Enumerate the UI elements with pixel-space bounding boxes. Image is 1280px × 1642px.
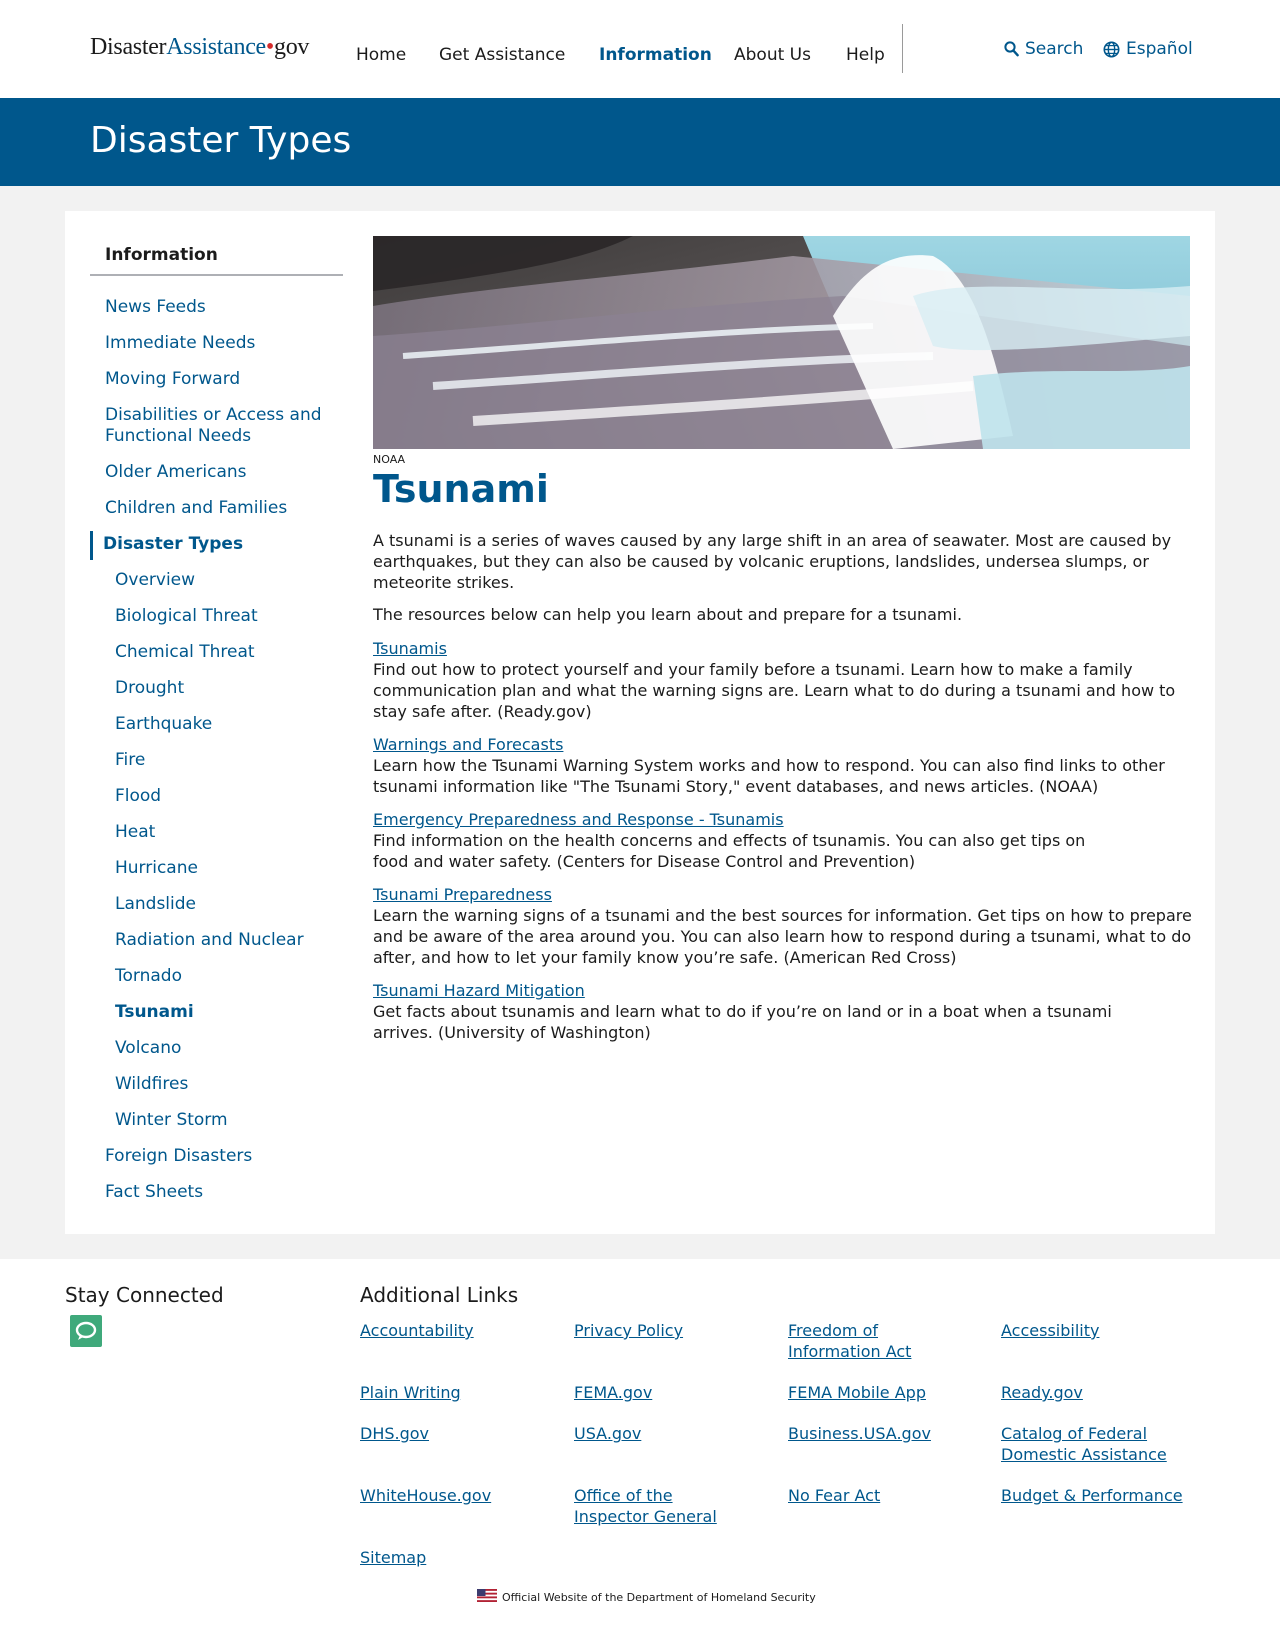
intro-paragraph: A tsunami is a series of waves caused by… — [373, 531, 1172, 592]
sidebar-item-immediate-needs[interactable]: Immediate Needs — [105, 333, 345, 354]
language-link[interactable]: Español — [1103, 39, 1193, 59]
sidebar-subitem-landslide[interactable]: Landslide — [115, 894, 355, 915]
sidebar-subitem-heat[interactable]: Heat — [115, 822, 355, 843]
sidebar-subitem-volcano[interactable]: Volcano — [115, 1038, 355, 1059]
logo-dot: • — [265, 34, 275, 60]
sidebar-subitem-earthquake[interactable]: Earthquake — [115, 714, 355, 735]
footer-link-ready-gov[interactable]: Ready.gov — [1001, 1382, 1201, 1403]
sidebar-subitem-tornado[interactable]: Tornado — [115, 966, 355, 987]
resource-desc-warnings-forecasts: Learn how the Tsunami Warning System wor… — [373, 756, 1165, 796]
globe-icon — [1103, 41, 1120, 58]
resource-link-tsunami-preparedness[interactable]: Tsunami Preparedness — [373, 884, 552, 905]
logo-part-3: gov — [274, 34, 310, 60]
search-link[interactable]: Search — [1004, 39, 1083, 59]
sidebar-subitem-hurricane[interactable]: Hurricane — [115, 858, 355, 879]
nav-help[interactable]: Help — [846, 45, 885, 65]
sidebar-item-children-families[interactable]: Children and Families — [105, 498, 345, 519]
search-label: Search — [1025, 39, 1084, 59]
footer-link-no-fear-act[interactable]: No Fear Act — [788, 1485, 988, 1506]
sidebar-subitem-wildfires[interactable]: Wildfires — [115, 1074, 355, 1095]
additional-links-heading: Additional Links — [360, 1283, 519, 1307]
sidebar-heading: Information — [105, 245, 218, 265]
resource-desc-emergency-preparedness: Find information on the health concerns … — [373, 831, 1086, 871]
footer-link-usa-gov[interactable]: USA.gov — [574, 1423, 774, 1444]
sidebar-subitem-overview[interactable]: Overview — [115, 570, 355, 591]
page-title: Tsunami — [373, 467, 549, 511]
site-header: DisasterAssistance•gov Home Get Assistan… — [0, 0, 1280, 98]
sidebar-item-news-feeds[interactable]: News Feeds — [105, 297, 345, 318]
footer-link-sitemap[interactable]: Sitemap — [360, 1547, 560, 1568]
footer-link-foia[interactable]: Freedom of Information Act — [788, 1320, 938, 1362]
footer-link-accountability[interactable]: Accountability — [360, 1320, 560, 1341]
footer-link-whitehouse-gov[interactable]: WhiteHouse.gov — [360, 1485, 560, 1506]
banner-title: Disaster Types — [90, 120, 352, 161]
nav-information[interactable]: Information — [599, 45, 712, 65]
footer-link-privacy-policy[interactable]: Privacy Policy — [574, 1320, 774, 1341]
sidebar-subitem-tsunami[interactable]: Tsunami — [115, 1002, 355, 1023]
resource-desc-hazard-mitigation: Get facts about tsunamis and learn what … — [373, 1002, 1112, 1042]
sidebar-item-disabilities[interactable]: Disabilities or Access and Functional Ne… — [105, 405, 335, 447]
footer-link-plain-writing[interactable]: Plain Writing — [360, 1382, 560, 1403]
nav-home[interactable]: Home — [356, 45, 406, 65]
footer-link-fema-mobile-app[interactable]: FEMA Mobile App — [788, 1382, 988, 1403]
footer-link-budget-performance[interactable]: Budget & Performance — [1001, 1485, 1201, 1506]
us-flag-icon — [477, 1589, 497, 1605]
official-website-text: Official Website of the Department of Ho… — [502, 1590, 816, 1604]
resource-link-warnings-forecasts[interactable]: Warnings and Forecasts — [373, 734, 563, 755]
footer-link-business-usa-gov[interactable]: Business.USA.gov — [788, 1423, 988, 1444]
sidebar-subitem-biological-threat[interactable]: Biological Threat — [115, 606, 355, 627]
search-icon — [1004, 41, 1019, 57]
resources-intro: The resources below can help you learn a… — [373, 605, 963, 624]
resource-link-hazard-mitigation[interactable]: Tsunami Hazard Mitigation — [373, 980, 585, 1001]
footer-link-fema-gov[interactable]: FEMA.gov — [574, 1382, 774, 1403]
nav-about-us[interactable]: About Us — [734, 45, 811, 65]
tsunami-hero-image — [373, 236, 1190, 449]
resource-link-tsunamis[interactable]: Tsunamis — [373, 638, 447, 659]
sidebar-item-fact-sheets[interactable]: Fact Sheets — [105, 1182, 345, 1203]
sidebar-item-foreign-disasters[interactable]: Foreign Disasters — [105, 1146, 345, 1167]
footer-link-accessibility[interactable]: Accessibility — [1001, 1320, 1201, 1341]
logo-part-2: Assistance — [166, 34, 266, 60]
sidebar-divider — [90, 274, 343, 276]
sidebar-subitem-drought[interactable]: Drought — [115, 678, 355, 699]
page-banner: Disaster Types — [0, 98, 1280, 186]
sidebar-subitem-winter-storm[interactable]: Winter Storm — [115, 1110, 355, 1131]
sidebar-item-older-americans[interactable]: Older Americans — [105, 462, 345, 483]
resource-link-emergency-preparedness[interactable]: Emergency Preparedness and Response - Ts… — [373, 809, 784, 830]
sidebar-item-moving-forward[interactable]: Moving Forward — [105, 369, 345, 390]
footer-link-catalog-federal-assistance[interactable]: Catalog of Federal Domestic Assistance — [1001, 1423, 1191, 1465]
sidebar-subitem-chemical-threat[interactable]: Chemical Threat — [115, 642, 355, 663]
official-website-notice: Official Website of the Department of Ho… — [477, 1589, 816, 1605]
image-credit: NOAA — [373, 453, 406, 466]
sidebar-item-disaster-types[interactable]: Disaster Types — [103, 534, 343, 555]
resource-desc-tsunami-preparedness: Learn the warning signs of a tsunami and… — [373, 906, 1192, 967]
logo-part-1: Disaster — [90, 34, 167, 60]
nav-get-assistance[interactable]: Get Assistance — [439, 45, 565, 65]
chat-icon[interactable] — [70, 1315, 102, 1347]
resource-desc-tsunamis: Find out how to protect yourself and you… — [373, 660, 1176, 721]
site-logo[interactable]: DisasterAssistance•gov — [90, 34, 309, 61]
footer-link-inspector-general[interactable]: Office of the Inspector General — [574, 1485, 734, 1527]
sidebar-active-indicator — [90, 531, 93, 560]
footer-link-dhs-gov[interactable]: DHS.gov — [360, 1423, 560, 1444]
sidebar-subitem-flood[interactable]: Flood — [115, 786, 355, 807]
stay-connected-heading: Stay Connected — [65, 1283, 224, 1307]
sidebar-subitem-radiation-nuclear[interactable]: Radiation and Nuclear — [115, 930, 355, 951]
language-label: Español — [1126, 39, 1193, 59]
nav-divider — [902, 24, 903, 73]
sidebar-subitem-fire[interactable]: Fire — [115, 750, 355, 771]
